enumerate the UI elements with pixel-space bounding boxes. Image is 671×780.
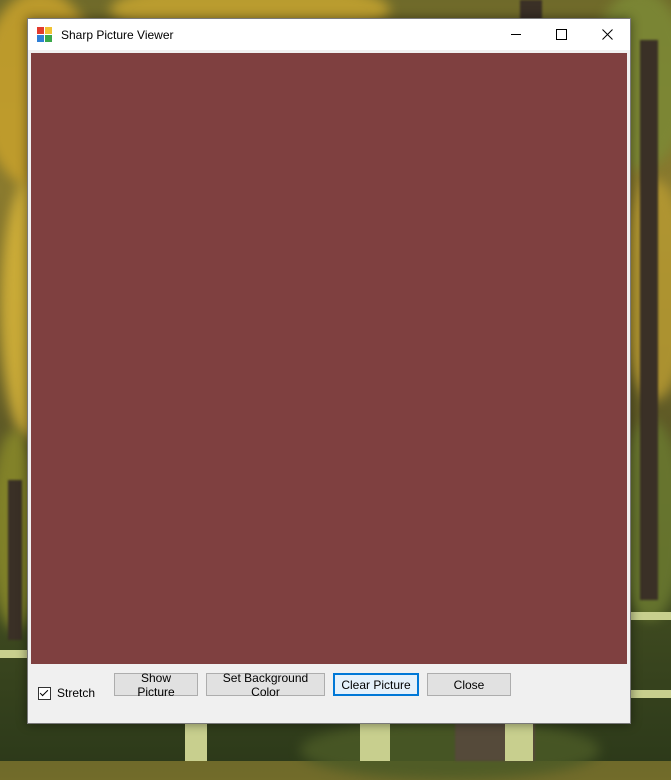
stretch-checkbox-group[interactable]: Stretch [38, 685, 95, 701]
app-icon [37, 26, 53, 43]
minimize-icon [511, 34, 521, 35]
close-button[interactable]: Close [427, 673, 511, 696]
clear-picture-button[interactable]: Clear Picture [333, 673, 419, 696]
maximize-icon [555, 29, 567, 40]
stretch-checkbox[interactable] [38, 686, 51, 700]
close-window-button[interactable] [584, 19, 630, 50]
title-bar[interactable]: Sharp Picture Viewer [28, 19, 630, 50]
set-background-color-button[interactable]: Set Background Color [206, 671, 325, 699]
app-window: Sharp Picture Viewer Stretch Show Pictur… [27, 18, 631, 724]
stretch-label: Stretch [57, 686, 96, 700]
show-picture-button[interactable]: Show Picture [114, 671, 198, 699]
picture-box [31, 53, 627, 664]
maximize-button[interactable] [538, 19, 584, 50]
window-title: Sharp Picture Viewer [61, 27, 174, 42]
close-icon [601, 29, 613, 40]
minimize-button[interactable] [493, 19, 539, 50]
